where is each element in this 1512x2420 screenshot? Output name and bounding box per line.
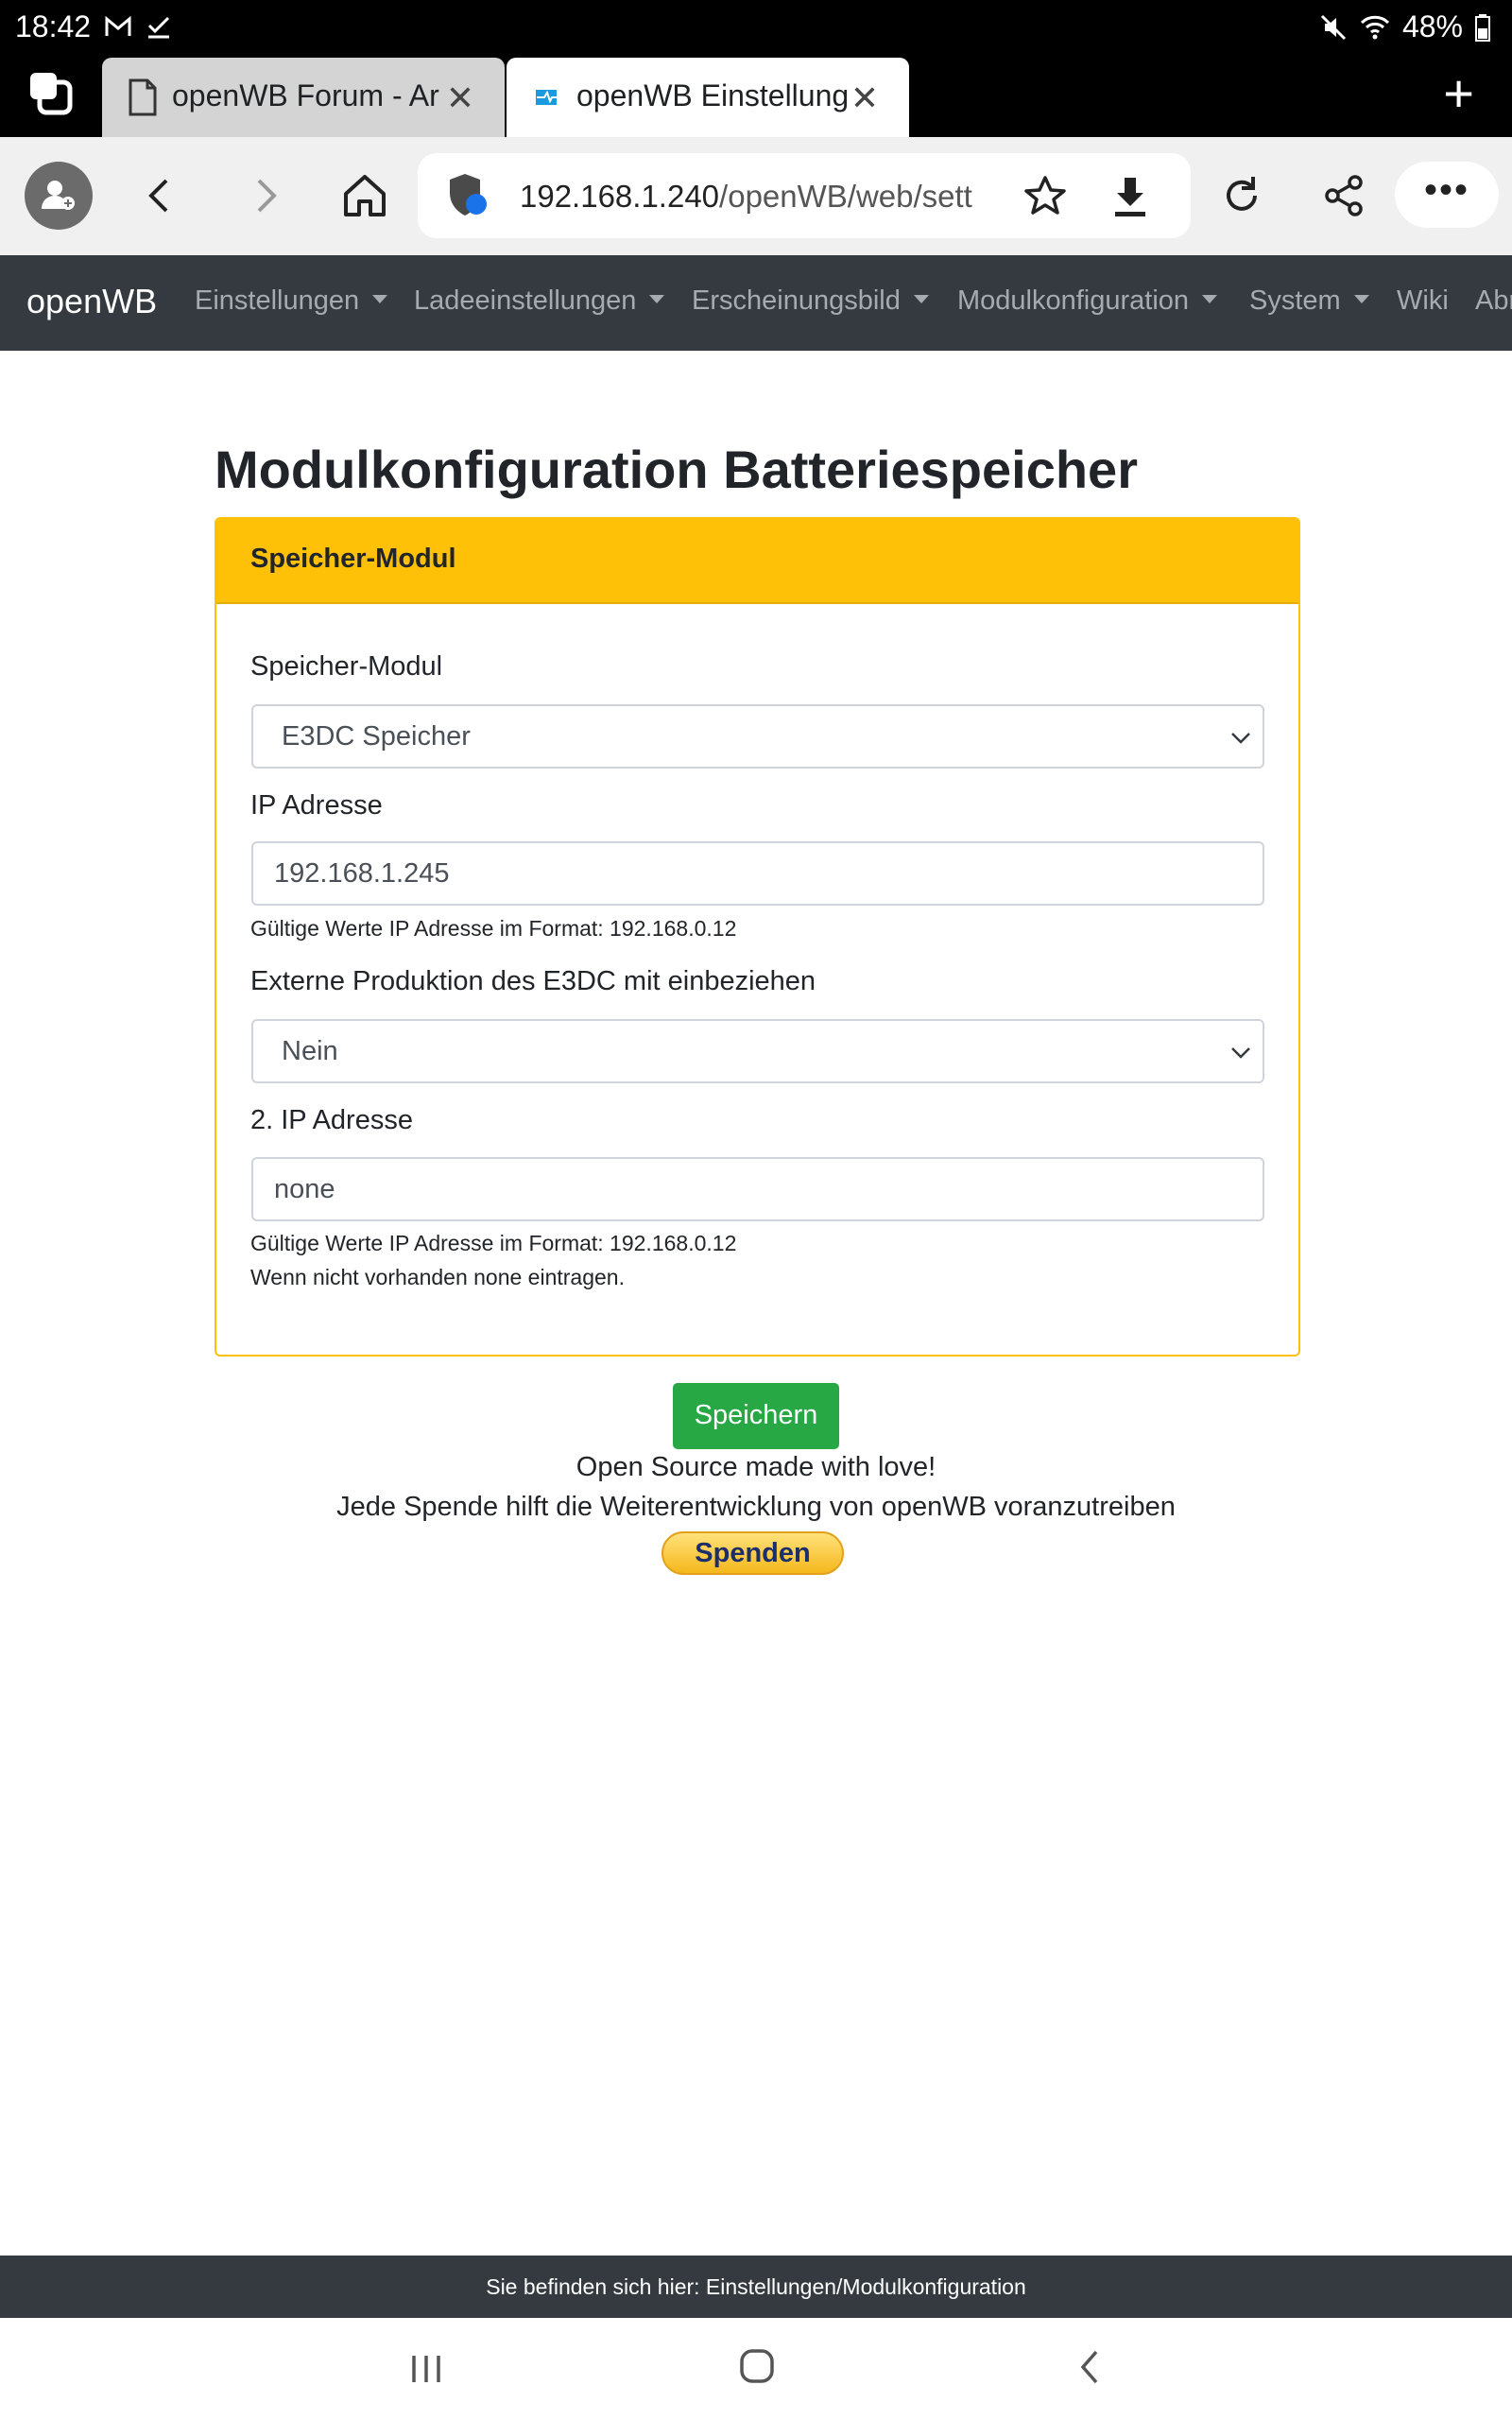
ip2-address-input[interactable]: none <box>251 1157 1264 1221</box>
ip2-address-label: 2. IP Adresse <box>250 1105 413 1135</box>
home-icon[interactable] <box>338 169 391 222</box>
dropdown-caret-icon <box>913 294 929 303</box>
tab-title: openWB Forum - Ar <box>172 78 439 112</box>
nav-modulkonfiguration[interactable]: Modulkonfiguration <box>957 285 1218 317</box>
forward-icon[interactable] <box>238 169 291 222</box>
tab-overview-icon[interactable] <box>26 69 76 118</box>
extern-production-label: Externe Produktion des E3DC mit einbezie… <box>250 966 816 996</box>
gmail-notification-icon <box>105 15 131 36</box>
recent-apps-icon[interactable] <box>408 2352 444 2386</box>
open-source-text: Open Source made with love! <box>576 1452 936 1482</box>
page: 18:42 48% openWB Forum - Ar ✕ openWB Ein… <box>0 0 1512 2420</box>
home-button-icon[interactable] <box>739 2348 775 2384</box>
page-icon <box>129 78 157 116</box>
extern-production-select[interactable]: Nein <box>251 1019 1264 1083</box>
card-header: Speicher-Modul <box>216 519 1298 604</box>
profile-avatar[interactable] <box>25 162 93 230</box>
site-navbar: openWB Einstellungen Ladeeinstellungen E… <box>0 255 1512 351</box>
page-title: Modulkonfiguration Batteriespeicher <box>215 440 1138 499</box>
status-time: 18:42 <box>15 9 92 43</box>
dropdown-caret-icon <box>649 294 665 303</box>
ip-address-label: IP Adresse <box>250 790 383 821</box>
donate-button[interactable]: Spenden <box>662 1531 844 1575</box>
speicher-modul-card: Speicher-Modul Speicher-Modul E3DC Speic… <box>215 517 1300 1357</box>
nav-erscheinungsbild[interactable]: Erscheinungsbild <box>692 285 929 317</box>
dropdown-caret-icon <box>372 294 388 303</box>
tab-openwb-forum[interactable]: openWB Forum - Ar ✕ <box>102 58 505 137</box>
bookmark-star-icon[interactable] <box>1022 174 1068 219</box>
reload-icon[interactable] <box>1215 169 1268 222</box>
back-button-icon[interactable] <box>1075 2348 1104 2386</box>
profile-icon <box>42 181 75 210</box>
module-select-label: Speicher-Modul <box>250 651 443 682</box>
close-tab-icon[interactable]: ✕ <box>446 78 474 118</box>
ip-address-help: Gültige Werte IP Adresse im Format: 192.… <box>250 916 737 941</box>
card-header-title: Speicher-Modul <box>250 544 456 574</box>
status-bar: 18:42 48% <box>0 0 1512 52</box>
nav-system[interactable]: System <box>1249 285 1369 317</box>
ip-address-input[interactable]: 192.168.1.245 <box>251 841 1264 906</box>
browser-toolbar: 192.168.1.240/openWB/web/sett ••• <box>0 137 1512 255</box>
battery-icon <box>1475 13 1490 42</box>
url-bar[interactable]: 192.168.1.240/openWB/web/sett <box>418 153 1191 238</box>
url-text: 192.168.1.240/openWB/web/sett <box>520 179 972 214</box>
brand-logo[interactable]: openWB <box>26 282 157 321</box>
download-icon[interactable] <box>1109 174 1151 219</box>
checkmark-notification-icon <box>148 16 170 38</box>
openwb-favicon-icon <box>536 90 558 105</box>
dropdown-caret-icon <box>1353 294 1369 303</box>
battery-percent: 48% <box>1401 9 1463 43</box>
chevron-down-icon <box>1231 1047 1250 1059</box>
tab-title: openWB Einstellung <box>576 78 850 112</box>
ip2-address-help: Gültige Werte IP Adresse im Format: 192.… <box>250 1231 737 1255</box>
nav-wiki[interactable]: Wiki <box>1397 285 1449 317</box>
nav-ladeeinstellungen[interactable]: Ladeeinstellungen <box>414 285 665 317</box>
more-menu-button[interactable]: ••• <box>1395 162 1499 228</box>
tab-strip: openWB Forum - Ar ✕ openWB Einstellung ✕… <box>0 52 1512 137</box>
close-tab-icon[interactable]: ✕ <box>850 78 879 118</box>
save-button[interactable]: Speichern <box>673 1383 839 1449</box>
new-tab-button[interactable]: + <box>1443 67 1474 120</box>
wifi-icon <box>1360 15 1390 39</box>
module-select[interactable]: E3DC Speicher <box>251 704 1264 769</box>
donation-info-text: Jede Spende hilft die Weiterentwicklung … <box>336 1492 1176 1522</box>
system-navigation-bar <box>0 2318 1512 2420</box>
nav-einstellungen[interactable]: Einstellungen <box>195 285 388 317</box>
share-icon[interactable] <box>1317 169 1370 222</box>
dropdown-caret-icon <box>1202 294 1218 303</box>
breadcrumb-footer: Sie befinden sich hier: Einstellungen/Mo… <box>0 2256 1512 2318</box>
back-icon[interactable] <box>134 169 187 222</box>
mute-icon <box>1320 14 1347 40</box>
chevron-down-icon <box>1231 733 1250 744</box>
tab-openwb-einstellungen[interactable]: openWB Einstellung ✕ <box>507 58 909 137</box>
security-shield-icon <box>450 174 487 216</box>
ip2-address-help-none: Wenn nicht vorhanden none eintragen. <box>250 1265 625 1289</box>
nav-abr[interactable]: Abr <box>1475 285 1512 317</box>
